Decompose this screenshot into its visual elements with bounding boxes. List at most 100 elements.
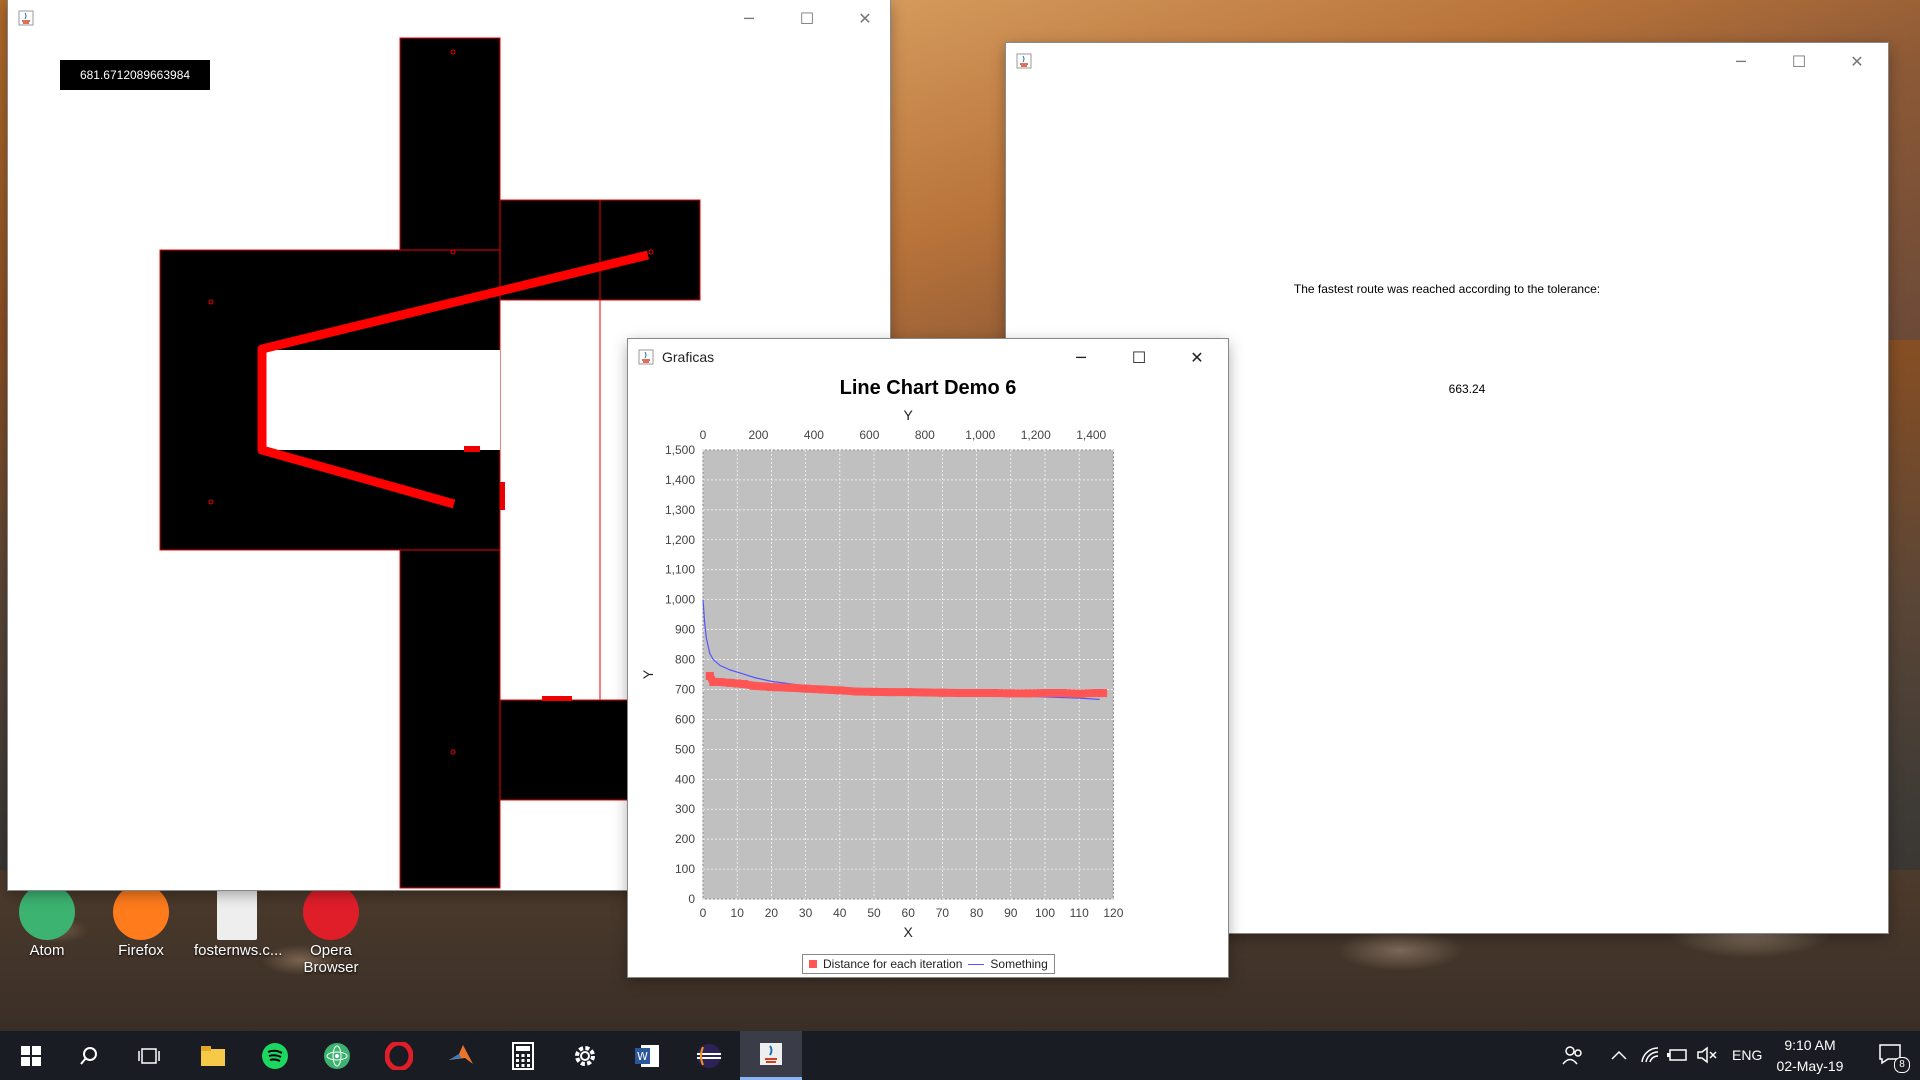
legend-label-distance: Distance for each iteration xyxy=(823,957,963,971)
desktop-icon-label: Opera Browser xyxy=(303,942,359,976)
taskbar: W ENG 9:10 AM 02-May-19 8 xyxy=(0,1031,1920,1080)
y-tick-label: 1,300 xyxy=(665,503,695,517)
taskbar-calculator[interactable] xyxy=(492,1031,554,1080)
battery-icon[interactable] xyxy=(1666,1048,1688,1062)
chart-legend: Distance for each iteration Something xyxy=(802,954,1055,974)
wifi-icon[interactable] xyxy=(1640,1046,1660,1064)
y-tick-label: 700 xyxy=(675,682,695,696)
close-button[interactable]: ✕ xyxy=(1828,43,1886,79)
spotify-icon xyxy=(262,1042,288,1069)
top-tick-label: 400 xyxy=(804,428,824,442)
top-tick-label: 1,200 xyxy=(1021,428,1051,442)
top-tick-label: 1,400 xyxy=(1076,428,1106,442)
y-tick-label: 1,400 xyxy=(665,473,695,487)
legend-label-something: Something xyxy=(990,957,1048,971)
taskbar-java[interactable] xyxy=(740,1031,802,1080)
top-tick-label: 600 xyxy=(859,428,879,442)
x-tick-label: 40 xyxy=(833,906,847,920)
taskbar-file-explorer[interactable] xyxy=(182,1031,244,1080)
opera-icon xyxy=(385,1041,413,1070)
task-view-button[interactable] xyxy=(118,1031,180,1080)
top-tick-label: 1,000 xyxy=(965,428,995,442)
y-tick-label: 1,100 xyxy=(665,563,695,577)
legend-marker-distance xyxy=(809,960,817,968)
x-tick-label: 110 xyxy=(1070,906,1089,920)
x-tick-label: 10 xyxy=(731,906,745,920)
x-tick-label: 60 xyxy=(902,906,916,920)
file-explorer-icon xyxy=(201,1045,225,1066)
y-tick-label: 1,000 xyxy=(665,593,695,607)
x-tick-label: 70 xyxy=(936,906,950,920)
y-tick-label: 600 xyxy=(675,712,695,726)
desktop-icon-firefox[interactable]: Firefox xyxy=(98,884,184,959)
top-tick-label: 800 xyxy=(915,428,935,442)
settings-icon xyxy=(575,1045,595,1066)
desktop-icon-label: Firefox xyxy=(118,942,164,959)
taskbar-word[interactable]: W xyxy=(616,1031,678,1080)
start-icon xyxy=(21,1045,41,1066)
atom-icon xyxy=(19,884,75,940)
top-axis-label: Y xyxy=(904,407,914,423)
top-tick-label: 0 xyxy=(700,428,707,442)
y-tick-label: 500 xyxy=(675,742,695,756)
series-point-distance xyxy=(1099,689,1108,698)
result-message: The fastest route was reached according … xyxy=(1293,282,1601,296)
y-tick-label: 200 xyxy=(675,832,695,846)
minimize-button[interactable]: ─ xyxy=(1712,43,1770,79)
y-axis-label: Y xyxy=(640,669,656,679)
java-icon xyxy=(1016,53,1032,69)
opera-icon xyxy=(303,884,359,940)
desktop-icon-label: Atom xyxy=(29,942,65,959)
top-tick-label: 200 xyxy=(748,428,768,442)
x-tick-label: 90 xyxy=(1004,906,1018,920)
x-tick-label: 120 xyxy=(1103,906,1123,920)
result-window-titlebar[interactable]: ─ ☐ ✕ xyxy=(1006,43,1888,79)
y-tick-label: 900 xyxy=(675,623,695,637)
x-tick-label: 50 xyxy=(867,906,881,920)
y-tick-label: 1,500 xyxy=(665,443,695,457)
maximize-button[interactable]: ☐ xyxy=(1770,43,1828,79)
x-axis-label: X xyxy=(904,924,914,940)
y-tick-label: 800 xyxy=(675,653,695,667)
svg-text:W: W xyxy=(637,1050,648,1063)
search-button[interactable] xyxy=(58,1031,120,1080)
language-indicator[interactable]: ENG xyxy=(1732,1047,1762,1063)
x-tick-label: 0 xyxy=(700,906,707,920)
chevron-up-icon[interactable] xyxy=(1610,1048,1628,1062)
taskbar-spotify[interactable] xyxy=(244,1031,306,1080)
y-tick-label: 100 xyxy=(675,862,695,876)
taskbar-eclipse[interactable] xyxy=(678,1031,740,1080)
desktop-icon-opera[interactable]: Opera Browser xyxy=(288,884,374,976)
taskbar-atom[interactable] xyxy=(306,1031,368,1080)
eclipse-icon xyxy=(697,1043,721,1068)
task-view-icon xyxy=(138,1047,160,1064)
firefox-icon xyxy=(113,884,169,940)
x-tick-label: 30 xyxy=(799,906,813,920)
clock[interactable]: 9:10 AM 02-May-19 xyxy=(1768,1035,1852,1077)
taskbar-settings[interactable] xyxy=(554,1031,616,1080)
matlab-icon xyxy=(449,1044,473,1064)
desktop-icon-label: fosternws.c... xyxy=(194,942,283,959)
legend-marker-something xyxy=(968,963,985,965)
y-tick-label: 300 xyxy=(675,802,695,816)
clock-date: 02-May-19 xyxy=(1776,1058,1844,1074)
notification-count: 8 xyxy=(1894,1057,1910,1073)
desktop-icon-atom[interactable]: Atom xyxy=(4,884,90,959)
word-icon: W xyxy=(635,1044,659,1067)
atom-icon xyxy=(324,1042,350,1069)
taskbar-matlab[interactable] xyxy=(430,1031,492,1080)
y-tick-label: 400 xyxy=(675,772,695,786)
file-icon xyxy=(217,884,257,940)
clock-time: 9:10 AM xyxy=(1784,1037,1836,1053)
java-icon xyxy=(760,1043,782,1065)
taskbar-opera[interactable] xyxy=(368,1031,430,1080)
line-chart: 01002003004005006007008009001,0001,1001,… xyxy=(640,407,1124,940)
desktop-icon-file[interactable]: fosternws.c... xyxy=(194,884,283,959)
chart-window: Graficas ─ ☐ ✕ Line Chart Demo 6 0 100 200… xyxy=(628,339,1228,977)
volume-muted-icon[interactable] xyxy=(1696,1046,1718,1064)
notification-center-button[interactable]: 8 xyxy=(1864,1031,1920,1080)
y-tick-label: 1,200 xyxy=(665,533,695,547)
calculator-icon xyxy=(512,1041,534,1070)
start-button[interactable] xyxy=(0,1031,62,1080)
people-icon[interactable] xyxy=(1562,1045,1584,1065)
